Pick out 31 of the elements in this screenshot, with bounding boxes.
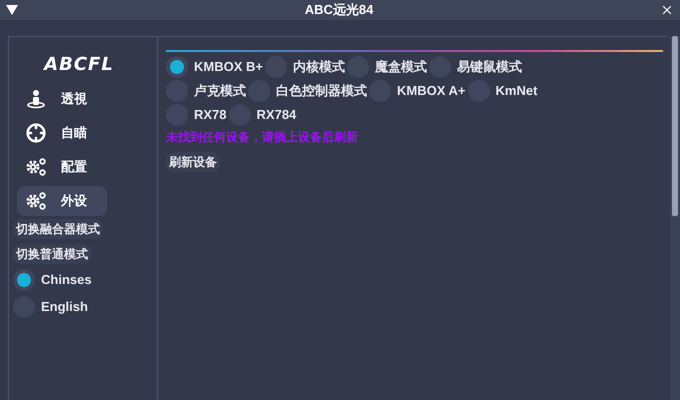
nav-item[interactable]: 配置 (17, 152, 107, 182)
device-option-label: KmNet (496, 82, 538, 100)
mode-button[interactable]: 切换普通模式 (13, 244, 91, 264)
device-option-label: 魔盒模式 (374, 58, 428, 76)
mode-button[interactable]: 切换融合器模式 (13, 219, 103, 239)
logo: ABCFL (44, 53, 114, 77)
device-option-label: RX78 (194, 106, 228, 124)
gears-icon (25, 191, 47, 211)
gears-icon (25, 157, 47, 177)
device-option-label: 卢克模式 (194, 82, 247, 100)
crosshair-icon (26, 123, 46, 143)
language-label: Chinses (41, 271, 93, 290)
device-option-label: KMBOX B+ (194, 58, 264, 76)
close-icon[interactable] (660, 3, 674, 17)
radio-button[interactable] (166, 56, 188, 78)
scrollbar[interactable] (670, 36, 680, 400)
device-option-label: 易键鼠模式 (456, 58, 523, 76)
device-option-label: KMBOX A+ (397, 82, 466, 100)
language-label: English (41, 298, 89, 316)
device-option-label: RX784 (256, 106, 298, 124)
nav-item[interactable]: 外设 (17, 186, 107, 216)
person-icon (26, 89, 46, 109)
nav-item[interactable]: 透視 (17, 84, 107, 114)
radio-button[interactable] (13, 269, 35, 291)
device-option-label: 内核模式 (292, 58, 346, 76)
nav-item[interactable]: 自瞄 (17, 118, 107, 148)
refresh-button[interactable]: 刷新设备 (166, 152, 220, 172)
window-title: ABC远光84 (304, 1, 374, 20)
warning-message: 未找到任何设备，请插上设备后刷新 (166, 129, 359, 146)
device-option-label: 白色控制器模式 (276, 82, 368, 100)
triangle-icon[interactable] (6, 5, 18, 15)
